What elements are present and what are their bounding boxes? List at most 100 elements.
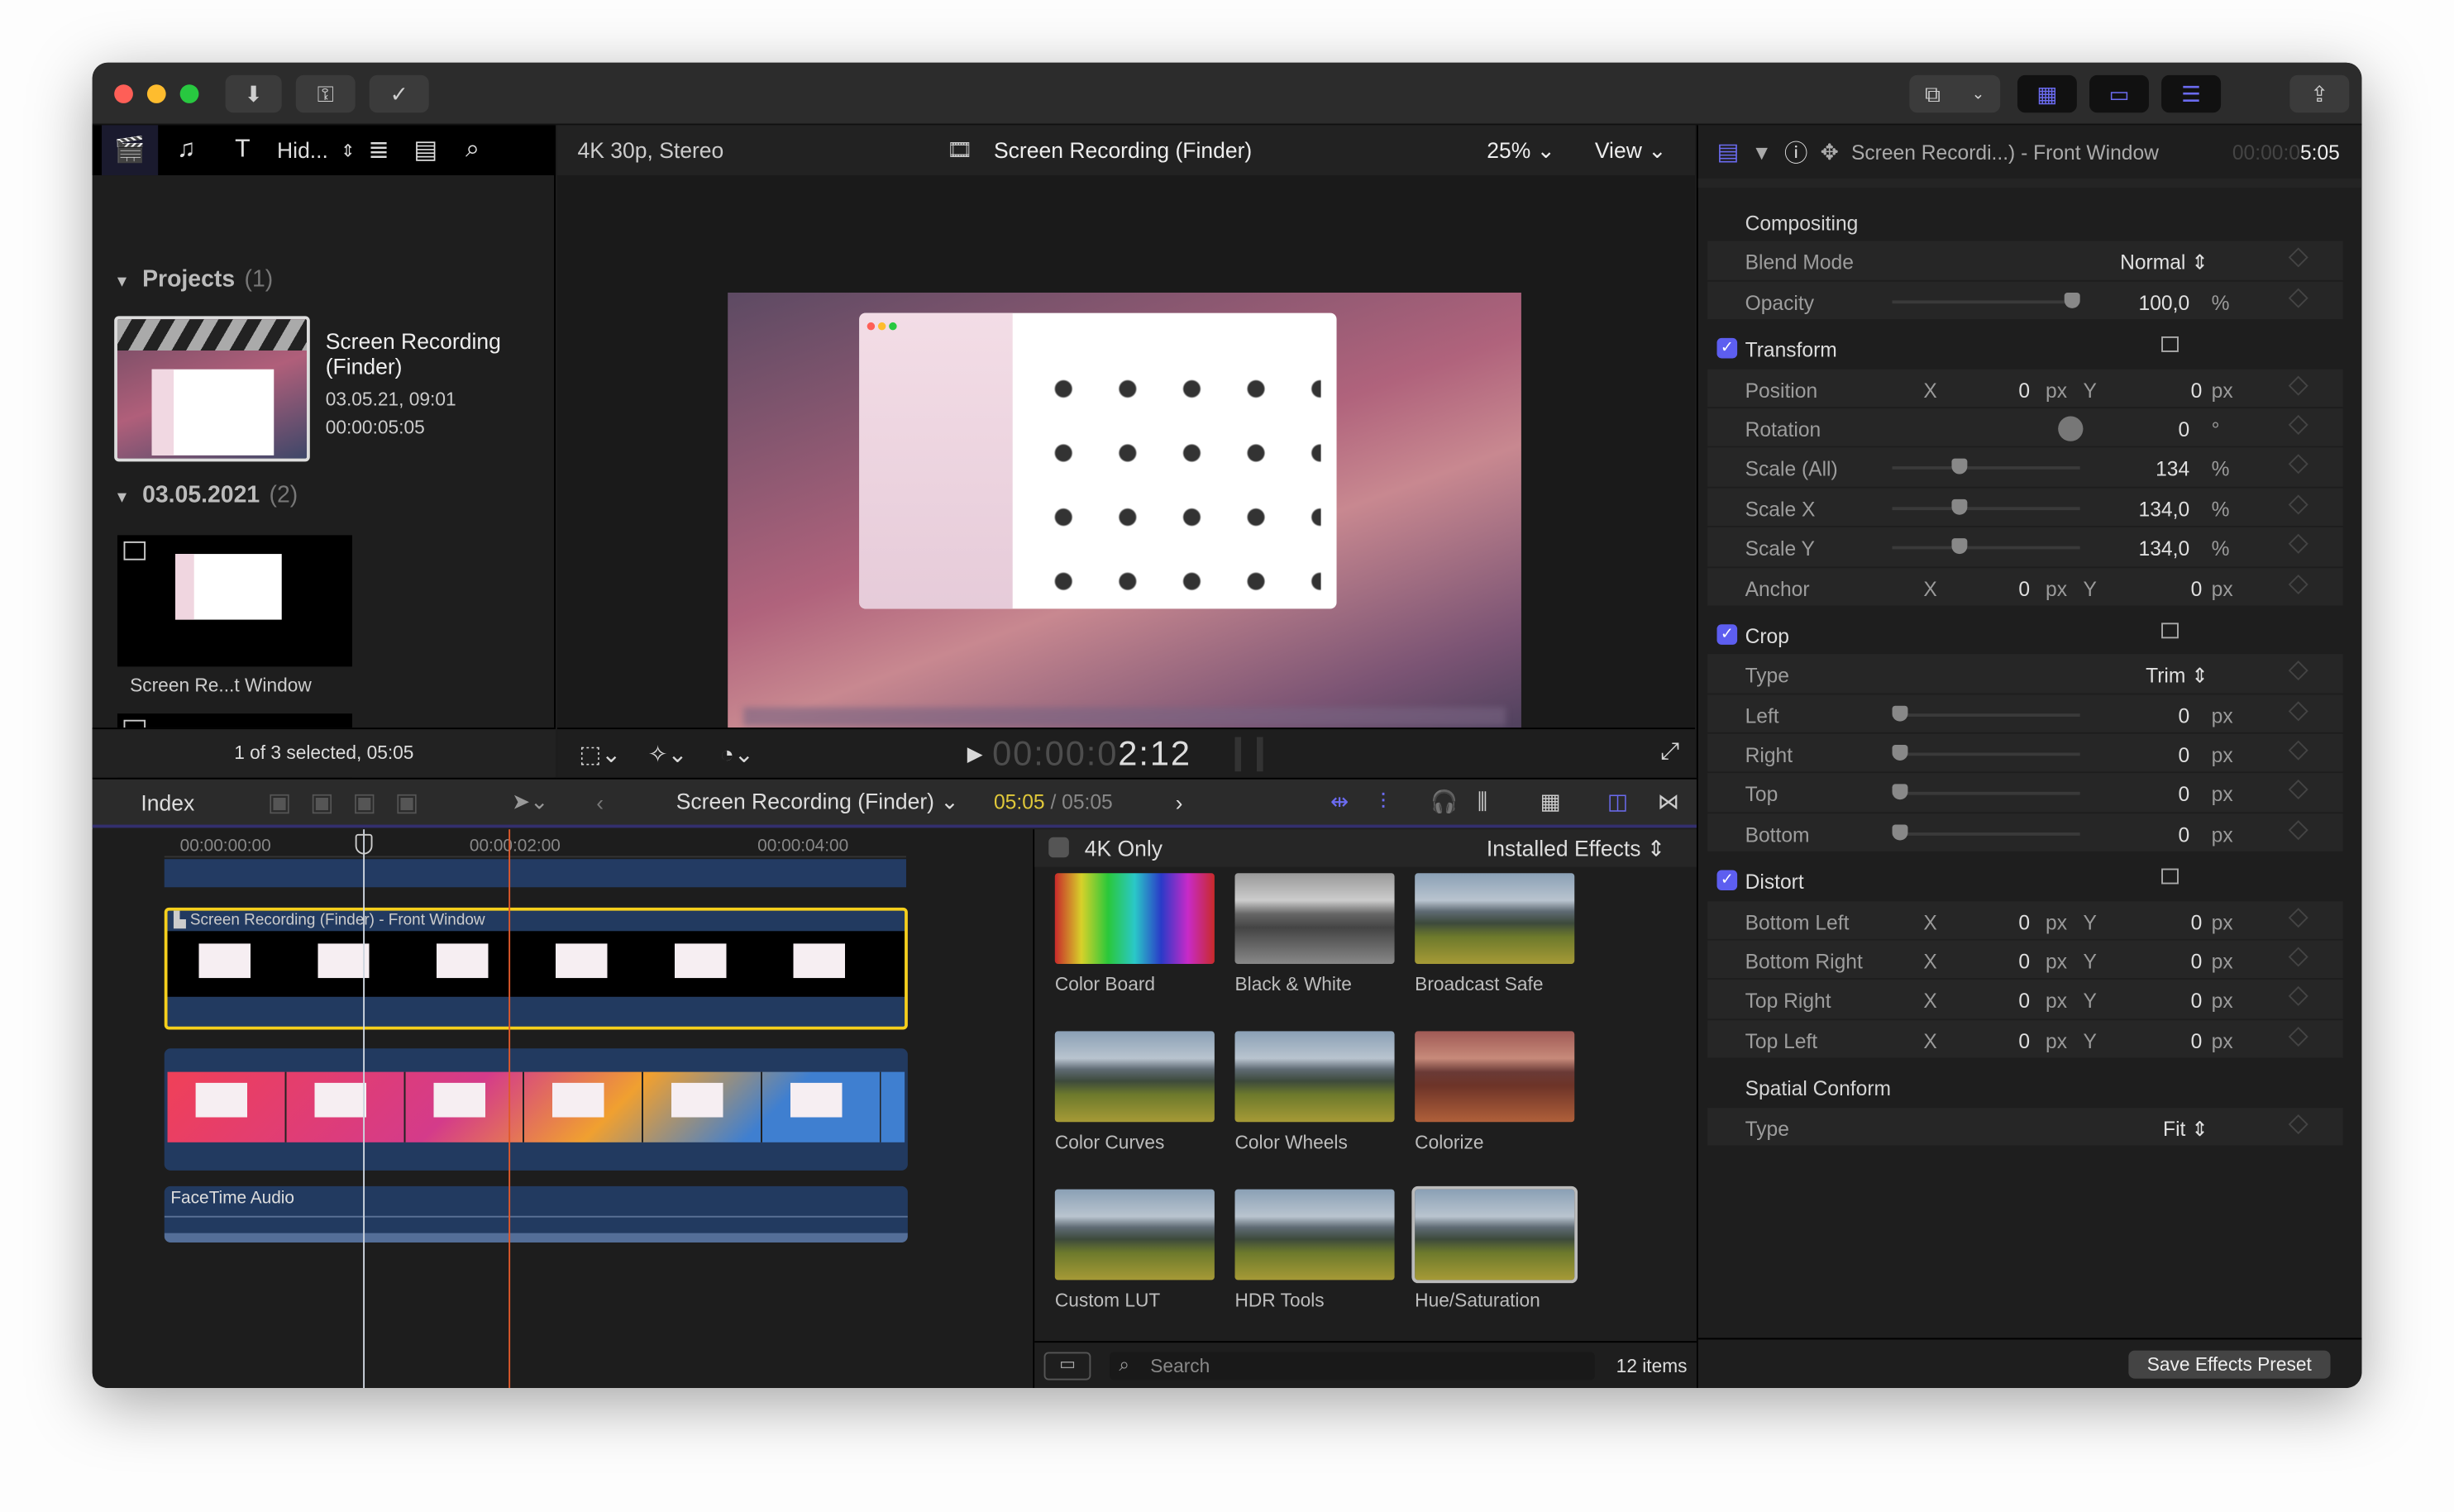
effect-thumbnail[interactable]: [1234, 1031, 1395, 1123]
top-right-x-value[interactable]: 0: [2018, 990, 2030, 1013]
4k-only-checkbox[interactable]: [1048, 837, 1069, 858]
updown-chevron-icon[interactable]: ⇕: [341, 140, 355, 160]
slider-knob[interactable]: [1951, 459, 1968, 475]
keyframe-icon[interactable]: [2288, 740, 2308, 761]
effects-category-popup[interactable]: Installed Effects ⇕: [1487, 836, 1665, 862]
connected-clip-selected[interactable]: ▙ Screen Recording (Finder) - Front Wind…: [164, 907, 908, 1030]
clip-name[interactable]: Screen Re...t Window: [130, 675, 312, 697]
filmstrip-icon[interactable]: ▤: [402, 125, 449, 175]
top-left-x-value[interactable]: 0: [2018, 1029, 2030, 1052]
libraries-icon[interactable]: 🎬: [102, 125, 159, 176]
keyframe-icon[interactable]: [2288, 986, 2308, 1007]
crop-checkbox[interactable]: ✓: [1716, 624, 1738, 645]
close-button[interactable]: [114, 84, 133, 103]
effect-item[interactable]: Hue/Saturation: [1411, 1185, 1578, 1311]
bottom-slider[interactable]: [1892, 824, 2080, 841]
import-button[interactable]: ⬇: [225, 74, 282, 113]
timecode-display[interactable]: 00:00:02:12: [992, 734, 1191, 775]
top-slider[interactable]: [1892, 785, 2080, 801]
edit-buttons-icon[interactable]: ▣▣▣▣: [268, 786, 437, 818]
keyframe-icon[interactable]: [2288, 1026, 2308, 1047]
keyframe-icon[interactable]: [2288, 700, 2308, 721]
effect-item[interactable]: Color Curves: [1054, 1031, 1215, 1153]
type-popup[interactable]: Trim ⇕: [2146, 664, 2208, 689]
bottom-value[interactable]: 0: [2178, 823, 2189, 846]
onscreen-controls-icon[interactable]: [2161, 336, 2179, 353]
keyframe-icon[interactable]: [2288, 574, 2308, 594]
view-popup[interactable]: View ⌄: [1595, 137, 1667, 164]
retime-icon[interactable]: ◔⌄: [720, 740, 754, 768]
zoom-button[interactable]: [179, 84, 199, 103]
slider-knob[interactable]: [2064, 292, 2080, 308]
blend-mode-popup[interactable]: Normal ⇕: [2120, 251, 2208, 276]
list-view-icon[interactable]: ≣: [356, 125, 403, 175]
keyframe-icon[interactable]: [2288, 454, 2308, 475]
sidebar-toggle-icon[interactable]: ▭: [1043, 1352, 1091, 1381]
effect-thumbnail[interactable]: [1054, 1189, 1215, 1281]
effect-item[interactable]: Colorize: [1415, 1031, 1575, 1153]
effect-item[interactable]: Color Board: [1054, 873, 1215, 995]
slider-knob[interactable]: [1951, 498, 1968, 515]
rotation-value[interactable]: 0: [2178, 417, 2189, 441]
keyframe-icon[interactable]: [2288, 907, 2308, 928]
clip-filter-popup[interactable]: Hid...: [277, 138, 328, 163]
effect-thumbnail[interactable]: [1054, 1031, 1215, 1123]
top-right-y-value[interactable]: 0: [2191, 990, 2203, 1013]
rotation-dial[interactable]: [2058, 416, 2084, 441]
effect-item[interactable]: HDR Tools: [1234, 1189, 1395, 1311]
scale-all--slider[interactable]: [1892, 459, 2080, 475]
audio-clip[interactable]: FaceTime Audio: [164, 1185, 908, 1243]
video-frame[interactable]: [728, 292, 1521, 739]
scale-all--value[interactable]: 134: [2156, 457, 2189, 480]
effect-item[interactable]: Color Wheels: [1234, 1031, 1395, 1153]
scale-x-slider[interactable]: [1892, 498, 2080, 515]
audio-skimming-icon[interactable]: ⫶: [1381, 789, 1387, 815]
fullscreen-icon[interactable]: ⤢: [1660, 738, 1679, 765]
clip-appearance-icon[interactable]: ▦: [1540, 789, 1561, 815]
bottom-right-y-value[interactable]: 0: [2191, 950, 2203, 973]
projects-section[interactable]: ▼ Projects (1): [114, 266, 273, 293]
transform-move-icon[interactable]: ✥: [1821, 139, 1839, 165]
effect-thumbnail[interactable]: [1054, 873, 1215, 965]
keyframe-icon[interactable]: [2288, 661, 2308, 681]
effect-thumbnail[interactable]: [1415, 873, 1575, 965]
playhead-handle[interactable]: [355, 833, 373, 855]
background-tasks-button[interactable]: ✓: [369, 74, 429, 113]
bottom-left-y-value[interactable]: 0: [2191, 910, 2203, 933]
keywords-button[interactable]: ⚿: [295, 74, 356, 113]
snapping-icon[interactable]: ⫼: [1478, 789, 1487, 815]
slider-knob[interactable]: [1892, 785, 1908, 801]
play-icon[interactable]: ▶: [967, 742, 983, 766]
headphones-icon[interactable]: 🎧: [1430, 789, 1458, 815]
left-value[interactable]: 0: [2178, 704, 2189, 727]
keyframe-icon[interactable]: [2288, 494, 2308, 515]
position-x-value[interactable]: 0: [2018, 378, 2030, 401]
photos-audio-icon[interactable]: ♫: [158, 125, 214, 175]
keyframe-icon[interactable]: [2288, 780, 2308, 800]
titles-icon[interactable]: T: [214, 125, 270, 175]
forward-arrow-icon[interactable]: ›: [1176, 789, 1183, 814]
right-slider[interactable]: [1892, 745, 2080, 761]
slider-knob[interactable]: [1892, 824, 1908, 841]
project-thumbnail[interactable]: [114, 316, 310, 462]
keyframe-icon[interactable]: [2288, 248, 2308, 269]
opacity-slider[interactable]: [1892, 292, 2080, 308]
minimize-button[interactable]: [146, 84, 166, 103]
bottom-right-x-value[interactable]: 0: [2018, 950, 2030, 973]
workspace-button[interactable]: ⧉ ⌄: [1909, 74, 2001, 113]
enhance-wand-icon[interactable]: ✧⌄: [648, 740, 688, 768]
keyframe-icon[interactable]: [2288, 288, 2308, 308]
search-icon[interactable]: ⌕: [449, 125, 496, 175]
transform-tool-icon[interactable]: ⬚⌄: [579, 740, 621, 768]
zoom-popup[interactable]: 25% ⌄: [1487, 137, 1555, 164]
anchor-x-value[interactable]: 0: [2018, 577, 2030, 600]
effect-item[interactable]: Custom LUT: [1054, 1189, 1215, 1311]
skimming-icon[interactable]: ⇹: [1330, 789, 1349, 815]
keyframe-icon[interactable]: [2288, 947, 2308, 967]
opacity-value[interactable]: 100,0: [2139, 291, 2190, 314]
type-popup[interactable]: Fit ⇕: [2163, 1117, 2208, 1142]
transform-checkbox[interactable]: ✓: [1716, 338, 1738, 359]
anchor-y-value[interactable]: 0: [2191, 577, 2203, 600]
primary-clip[interactable]: [164, 1048, 908, 1171]
timeline-toggle-button[interactable]: ▭: [2089, 74, 2149, 113]
